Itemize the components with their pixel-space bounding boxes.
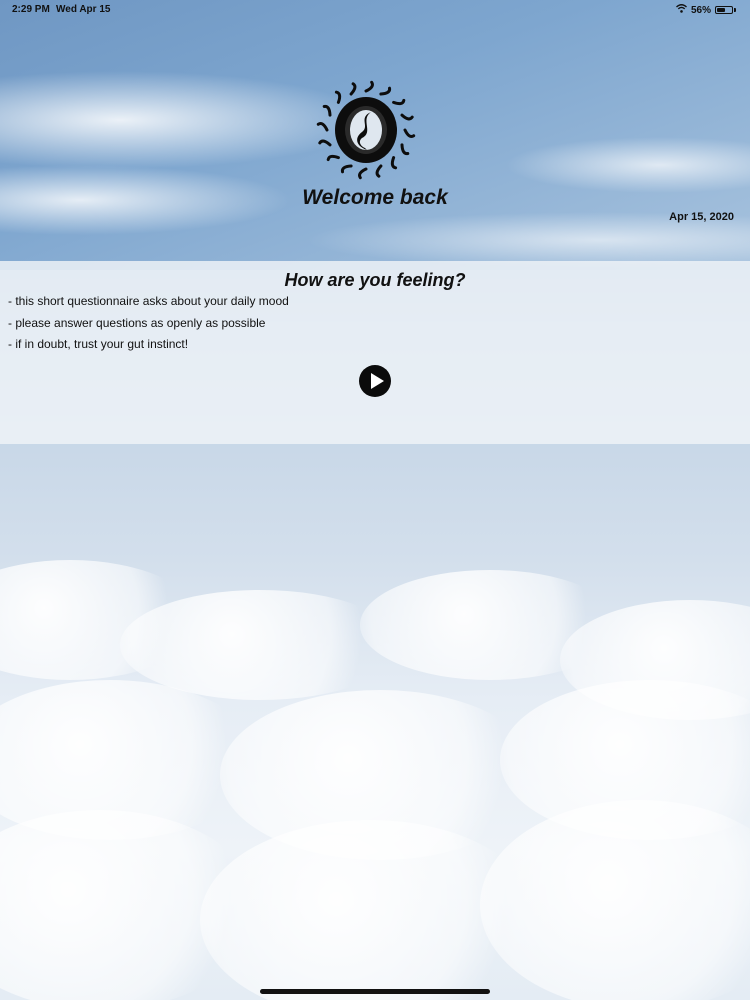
questionnaire-title: How are you feeling?: [284, 270, 466, 290]
status-bar: 2:29 PM Wed Apr 15 56%: [0, 0, 750, 18]
sun-ray: [316, 122, 329, 132]
instruction-line: - this short questionnaire asks about yo…: [8, 294, 289, 308]
battery-level: [717, 8, 725, 12]
sun-ray: [400, 143, 410, 156]
sun-ray: [358, 167, 368, 180]
instruction-line: - please answer questions as openly as p…: [8, 316, 266, 330]
sun-ray: [364, 80, 374, 93]
sun-ray: [322, 104, 332, 117]
sun-ray: [318, 139, 332, 147]
battery-percent: 56%: [690, 4, 711, 16]
sun-ray: [392, 98, 406, 106]
sun-ray: [400, 113, 414, 121]
wifi-icon: [676, 4, 687, 16]
battery-icon: [715, 6, 733, 14]
sun-ray: [390, 156, 398, 170]
start-questionnaire-button[interactable]: [359, 365, 391, 397]
status-date: Wed Apr 15: [56, 4, 111, 15]
sun-ray: [403, 128, 416, 138]
sun-ray: [326, 154, 340, 162]
sun-ray: [349, 82, 357, 96]
sun-ray: [340, 164, 353, 174]
instruction-line: - if in doubt, trust your gut instinct!: [8, 337, 189, 351]
welcome-heading: Welcome back: [302, 186, 448, 209]
current-date: Apr 15, 2020: [669, 211, 734, 223]
cloud: [480, 800, 750, 1000]
sun-ray: [375, 164, 383, 178]
questionnaire-panel: How are you feeling? - this short questi…: [0, 261, 750, 444]
sun-logo-icon: [316, 80, 416, 180]
play-icon: [371, 373, 384, 389]
status-indicators: 56%: [676, 4, 736, 16]
home-indicator[interactable]: [260, 989, 490, 994]
status-time: 2:29 PM: [12, 4, 50, 15]
battery-cap: [734, 8, 736, 12]
cloud: [120, 590, 400, 700]
sun-ray: [379, 86, 392, 96]
sun-ray: [334, 90, 342, 104]
